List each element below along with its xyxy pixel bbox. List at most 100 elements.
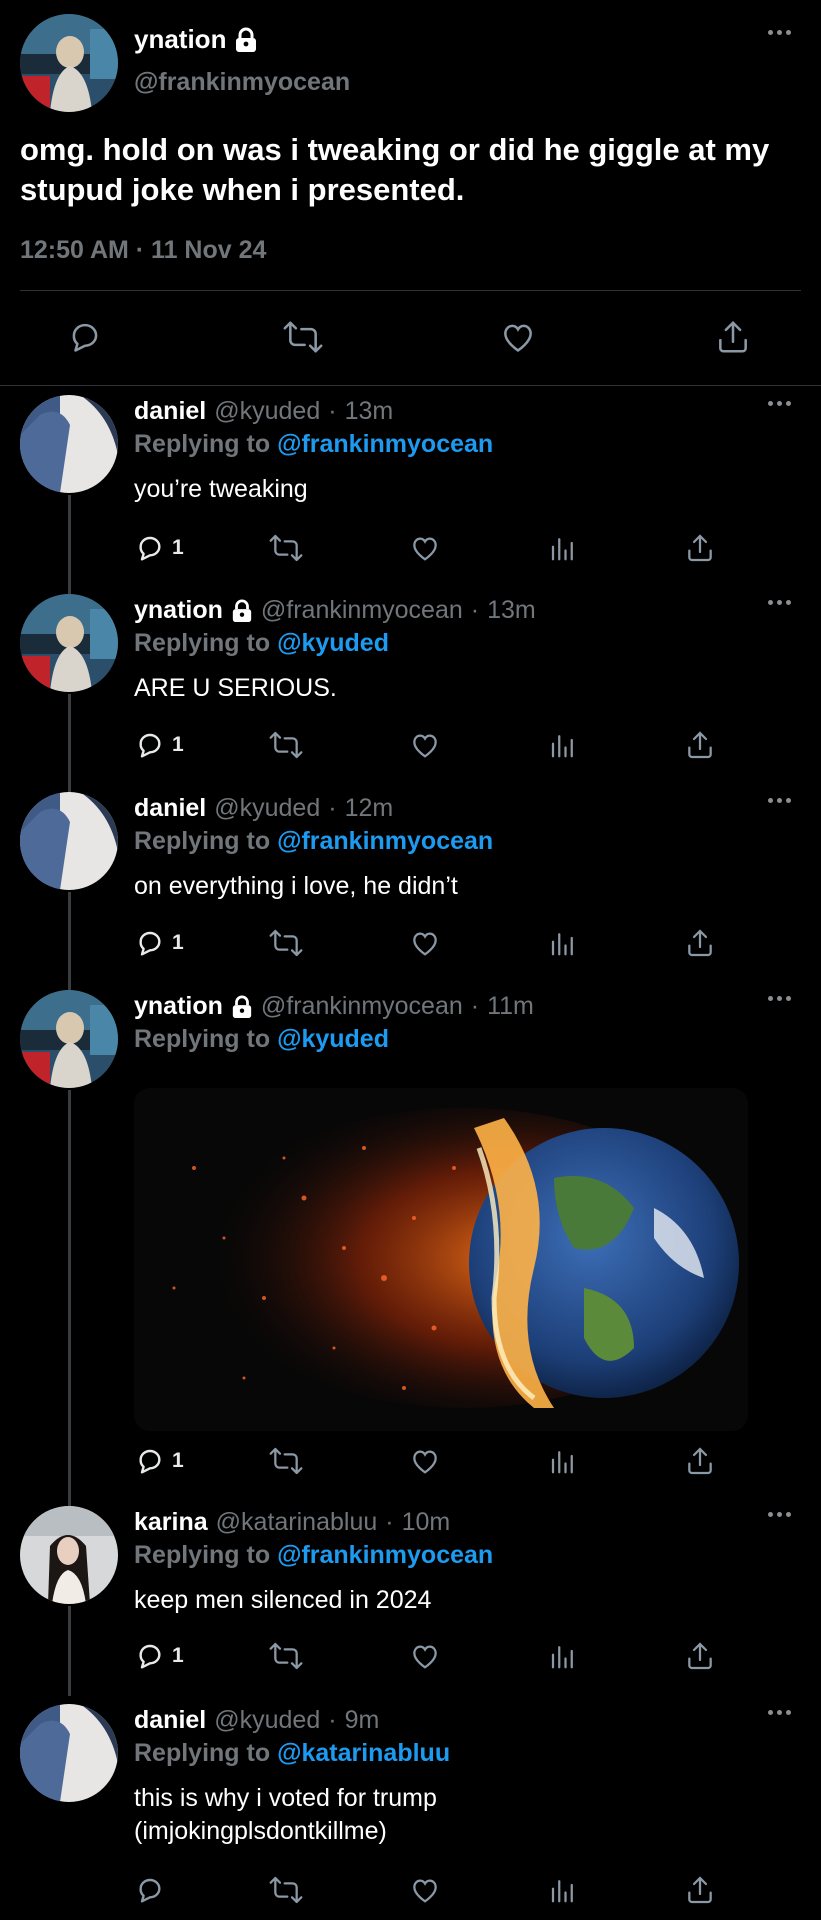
replying-to-link[interactable]: @frankinmyocean [277,1541,493,1569]
more-icon[interactable] [768,401,791,406]
reply-icon [134,1445,166,1477]
reply-icon[interactable] [66,318,104,356]
author-handle[interactable]: @kyuded [214,794,320,823]
like-icon[interactable] [498,318,538,356]
like-icon[interactable] [408,927,442,959]
reply-count: 1 [172,1644,184,1667]
reply-time[interactable]: 13m [487,596,536,625]
replying-to-link[interactable]: @katarinabluu [277,1739,450,1767]
like-icon[interactable] [408,729,442,761]
reply-button[interactable]: 1 [134,1445,184,1477]
reply-time[interactable]: 10m [402,1508,451,1537]
retweet-icon[interactable] [268,1445,304,1477]
author-handle[interactable]: @frankinmyocean [261,992,463,1021]
reply-tweet[interactable]: karina @katarinabluu · 10m Replying to @… [0,1506,821,1706]
like-icon[interactable] [408,532,442,564]
replying-to: Replying to @kyuded [134,629,389,657]
replying-to: Replying to @kyuded [134,1025,389,1053]
divider [20,290,801,291]
replying-to-link[interactable]: @frankinmyocean [277,827,493,855]
lock-icon [234,27,258,53]
views-icon[interactable] [548,927,578,959]
views-icon[interactable] [548,1640,578,1672]
reply-button[interactable]: 1 [134,927,184,959]
share-icon[interactable] [684,927,716,959]
author-name[interactable]: ynation [134,596,223,625]
separator: · [470,992,480,1020]
retweet-icon[interactable] [268,927,304,959]
author-name[interactable]: daniel [134,1706,206,1735]
reply-tweet[interactable]: ynation @frankinmyocean · 11m Replying t… [0,990,821,1510]
reply-button[interactable]: 1 [134,1640,184,1672]
reply-time[interactable]: 11m [487,992,534,1021]
more-icon[interactable] [768,30,791,35]
share-icon[interactable] [684,1874,716,1906]
reply-tweet[interactable]: ynation @frankinmyocean · 13m Replying t… [0,594,821,799]
reply-tweet[interactable]: daniel @kyuded · 9m Replying to @katarin… [0,1704,821,1920]
reply-header: daniel @kyuded · 13m [134,397,393,426]
author-handle[interactable]: @kyuded [214,397,320,426]
reply-actions: 1 [0,729,821,765]
avatar-daniel[interactable] [20,395,118,493]
reply-icon[interactable] [134,1874,166,1906]
reply-header: daniel @kyuded · 12m [134,794,393,823]
more-icon[interactable] [768,600,791,605]
reply-button[interactable]: 1 [134,532,184,564]
reply-tweet[interactable]: daniel @kyuded · 12m Replying to @franki… [0,792,821,997]
lock-icon [231,995,253,1019]
views-icon[interactable] [548,532,578,564]
retweet-icon[interactable] [268,1874,304,1906]
reply-tweet[interactable]: daniel @kyuded · 13m Replying to @franki… [0,395,821,600]
share-icon[interactable] [714,318,752,356]
author-name[interactable]: daniel [134,397,206,426]
reply-count: 1 [172,536,184,559]
retweet-icon[interactable] [268,729,304,761]
avatar-ynation[interactable] [20,990,118,1088]
replying-to-link[interactable]: @kyuded [277,629,389,657]
author-name[interactable]: ynation [134,24,258,55]
share-icon[interactable] [684,1445,716,1477]
author-handle[interactable]: @frankinmyocean [261,596,463,625]
author-handle[interactable]: @frankinmyocean [134,68,350,97]
more-icon[interactable] [768,1512,791,1517]
more-icon[interactable] [768,798,791,803]
reply-icon [134,729,166,761]
reply-actions: 1 [0,1445,821,1481]
like-icon[interactable] [408,1874,442,1906]
share-icon[interactable] [684,1640,716,1672]
like-icon[interactable] [408,1445,442,1477]
reply-time[interactable]: 12m [345,794,394,823]
separator: · [328,794,337,822]
avatar-ynation[interactable] [20,14,118,112]
replying-to-link[interactable]: @kyuded [277,1025,389,1053]
more-icon[interactable] [768,1710,791,1715]
media-image[interactable] [134,1088,748,1431]
reply-count: 1 [172,1449,184,1472]
retweet-icon[interactable] [282,318,324,356]
avatar-daniel[interactable] [20,1704,118,1802]
replying-to-link[interactable]: @frankinmyocean [277,430,493,458]
avatar-karina[interactable] [20,1506,118,1604]
retweet-icon[interactable] [268,1640,304,1672]
avatar-ynation[interactable] [20,594,118,692]
author-handle[interactable]: @katarinabluu [216,1508,378,1537]
retweet-icon[interactable] [268,532,304,564]
author-name[interactable]: ynation [134,992,223,1021]
views-icon[interactable] [548,1445,578,1477]
author-name[interactable]: karina [134,1508,208,1537]
more-icon[interactable] [768,996,791,1001]
share-icon[interactable] [684,729,716,761]
author-name[interactable]: daniel [134,794,206,823]
avatar-daniel[interactable] [20,792,118,890]
author-handle[interactable]: @kyuded [214,1706,320,1735]
views-icon[interactable] [548,1874,578,1906]
like-icon[interactable] [408,1640,442,1672]
reply-time[interactable]: 9m [345,1706,380,1735]
tweet-timestamp[interactable]: 12:50 AM · 11 Nov 24 [20,236,266,265]
share-icon[interactable] [684,532,716,564]
reply-button[interactable]: 1 [134,729,184,761]
replying-to: Replying to @frankinmyocean [134,430,494,458]
replying-to: Replying to @frankinmyocean [134,827,494,855]
reply-time[interactable]: 13m [345,397,394,426]
views-icon[interactable] [548,729,578,761]
